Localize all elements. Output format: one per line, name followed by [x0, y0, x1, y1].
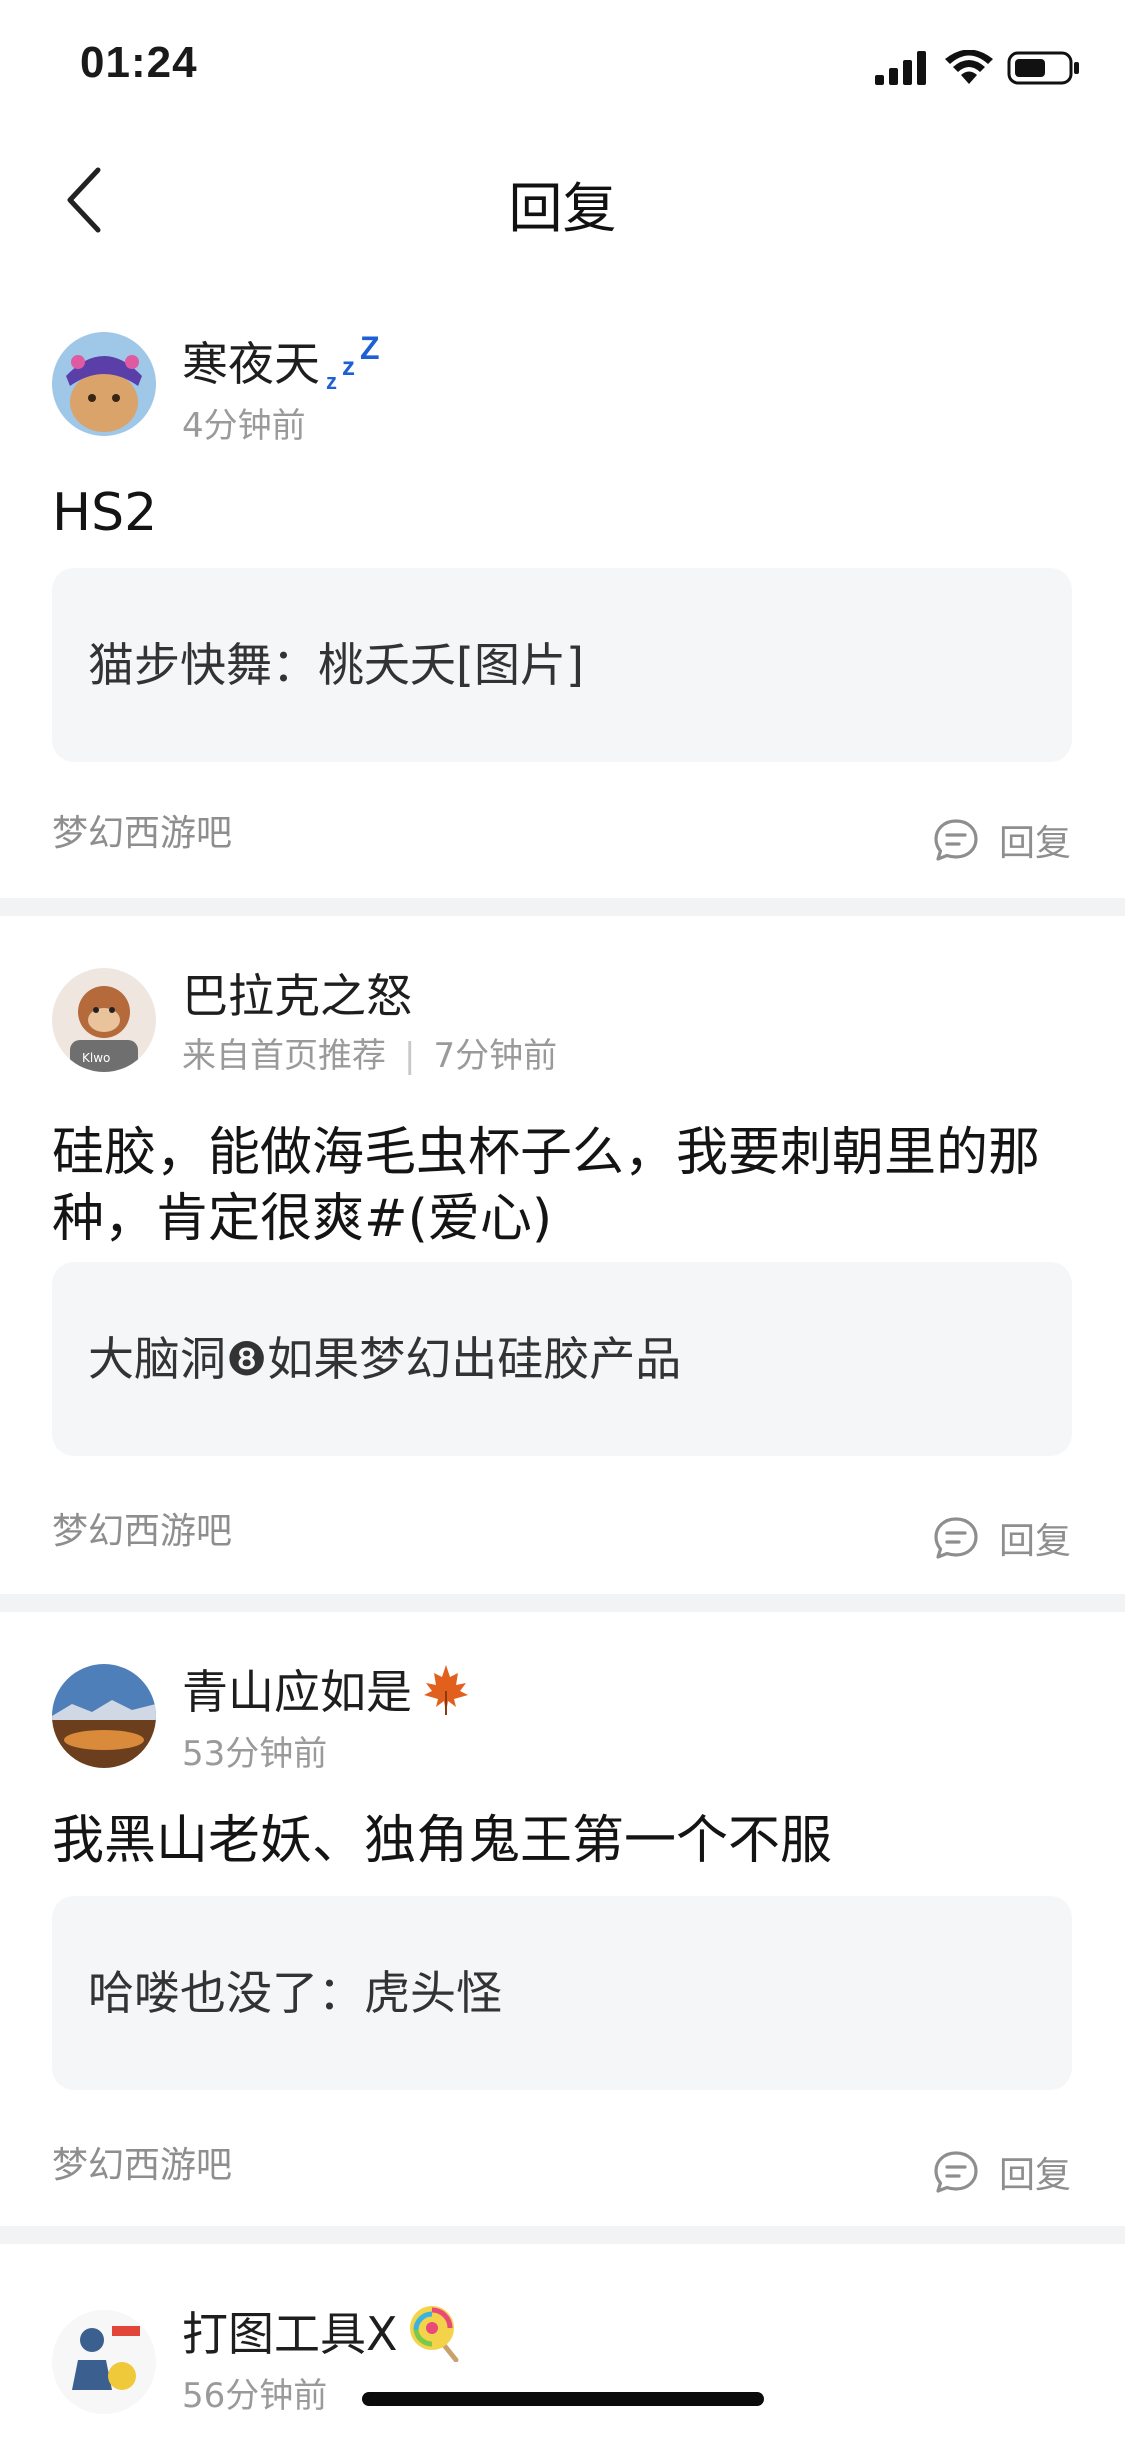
reply-list: 寒夜天 z z Z 4分钟前 HS2 猫步快舞：桃夭夭[图片] 梦幻西游吧 回复 [0, 290, 1125, 2444]
forum-name[interactable]: 梦幻西游吧 [52, 1502, 232, 1554]
page-title: 回复 [508, 177, 617, 240]
reply-card[interactable]: Klwo 巴拉克之怒 来自首页推荐 | 7分钟前 硅胶，能做海毛虫杯子么，我要刺朝里… [0, 916, 1125, 1594]
svg-text:z: z [342, 351, 355, 381]
comment-text: HS2 [52, 483, 158, 543]
separator [0, 898, 1125, 916]
timestamp: 7分钟前 [433, 1036, 558, 1076]
quoted-post[interactable]: 大脑洞❽如果梦幻出硅胶产品 [52, 1262, 1072, 1456]
status-icons [875, 50, 1081, 86]
wifi-icon [945, 50, 993, 84]
separator [0, 2226, 1125, 2244]
quoted-post-text: 哈喽也没了：虎头怪 [88, 1966, 502, 2020]
status-time: 01:24 [80, 38, 198, 87]
nav-bar: 回复 [0, 140, 1125, 260]
reply-button[interactable]: 回复 [933, 1512, 1071, 1564]
source-label: 来自首页推荐 [182, 1036, 386, 1076]
user-name[interactable]: 青山应如是 [182, 1656, 474, 1722]
reply-card[interactable]: 寒夜天 z z Z 4分钟前 HS2 猫步快舞：桃夭夭[图片] 梦幻西游吧 回复 [0, 290, 1125, 898]
zzz-icon: z z Z [326, 330, 380, 393]
timestamp: 4分钟前 [182, 406, 306, 446]
timestamp: 56分钟前 [182, 2376, 328, 2416]
comment-text: 硅胶，能做海毛虫杯子么，我要刺朝里的那种，肯定很爽#(爱心) [52, 1123, 1041, 1249]
user-name[interactable]: 巴拉克之怒 [182, 960, 412, 1026]
lollipop-icon [409, 2306, 459, 2362]
avatar[interactable] [52, 332, 156, 436]
meta-divider: | [404, 1036, 416, 1076]
forum-name[interactable]: 梦幻西游吧 [52, 804, 232, 856]
status-bar: 01:24 [0, 0, 1125, 132]
avatar[interactable] [52, 2310, 156, 2414]
comment-text: 我黑山老妖、独角鬼王第一个不服 [52, 1811, 833, 1871]
forum-name[interactable]: 梦幻西游吧 [52, 2136, 232, 2188]
quoted-post[interactable]: 哈喽也没了：虎头怪 [52, 1896, 1072, 2090]
separator [0, 1594, 1125, 1612]
user-name[interactable]: 寒夜天 z z Z [182, 328, 388, 394]
quoted-post-text: 猫步快舞：桃夭夭[图片] [88, 638, 584, 692]
comment-icon [934, 1517, 978, 1559]
reply-button[interactable]: 回复 [933, 814, 1071, 866]
reply-label: 回复 [998, 823, 1071, 864]
svg-text:Klwo: Klwo [82, 1051, 110, 1065]
comment-icon [934, 2151, 978, 2193]
avatar[interactable] [52, 1664, 156, 1768]
maple-leaf-icon [424, 1665, 468, 1715]
timestamp: 53分钟前 [182, 1734, 328, 1774]
post-meta: 来自首页推荐 | 7分钟前 [182, 1028, 557, 1077]
reply-button[interactable]: 回复 [933, 2146, 1071, 2198]
quoted-post[interactable]: 猫步快舞：桃夭夭[图片] [52, 568, 1072, 762]
avatar[interactable]: Klwo [52, 968, 156, 1072]
signal-icon [875, 51, 926, 85]
comment-icon [934, 819, 978, 861]
reply-label: 回复 [998, 1521, 1071, 1562]
home-indicator[interactable] [362, 2392, 764, 2406]
battery-icon [1007, 51, 1079, 85]
user-name[interactable]: 打图工具Ⅹ [182, 2298, 464, 2364]
svg-text:z: z [326, 369, 337, 393]
reply-card[interactable]: 打图工具Ⅹ 56分钟前 [0, 2244, 1125, 2444]
reply-card[interactable]: 青山应如是 53分钟前 我黑山老妖、独角鬼王第一个不服 哈喽也没了：虎头怪 梦幻… [0, 1612, 1125, 2226]
svg-text:Z: Z [360, 330, 380, 366]
reply-label: 回复 [998, 2155, 1071, 2196]
quoted-post-text: 大脑洞❽如果梦幻出硅胶产品 [88, 1332, 682, 1386]
